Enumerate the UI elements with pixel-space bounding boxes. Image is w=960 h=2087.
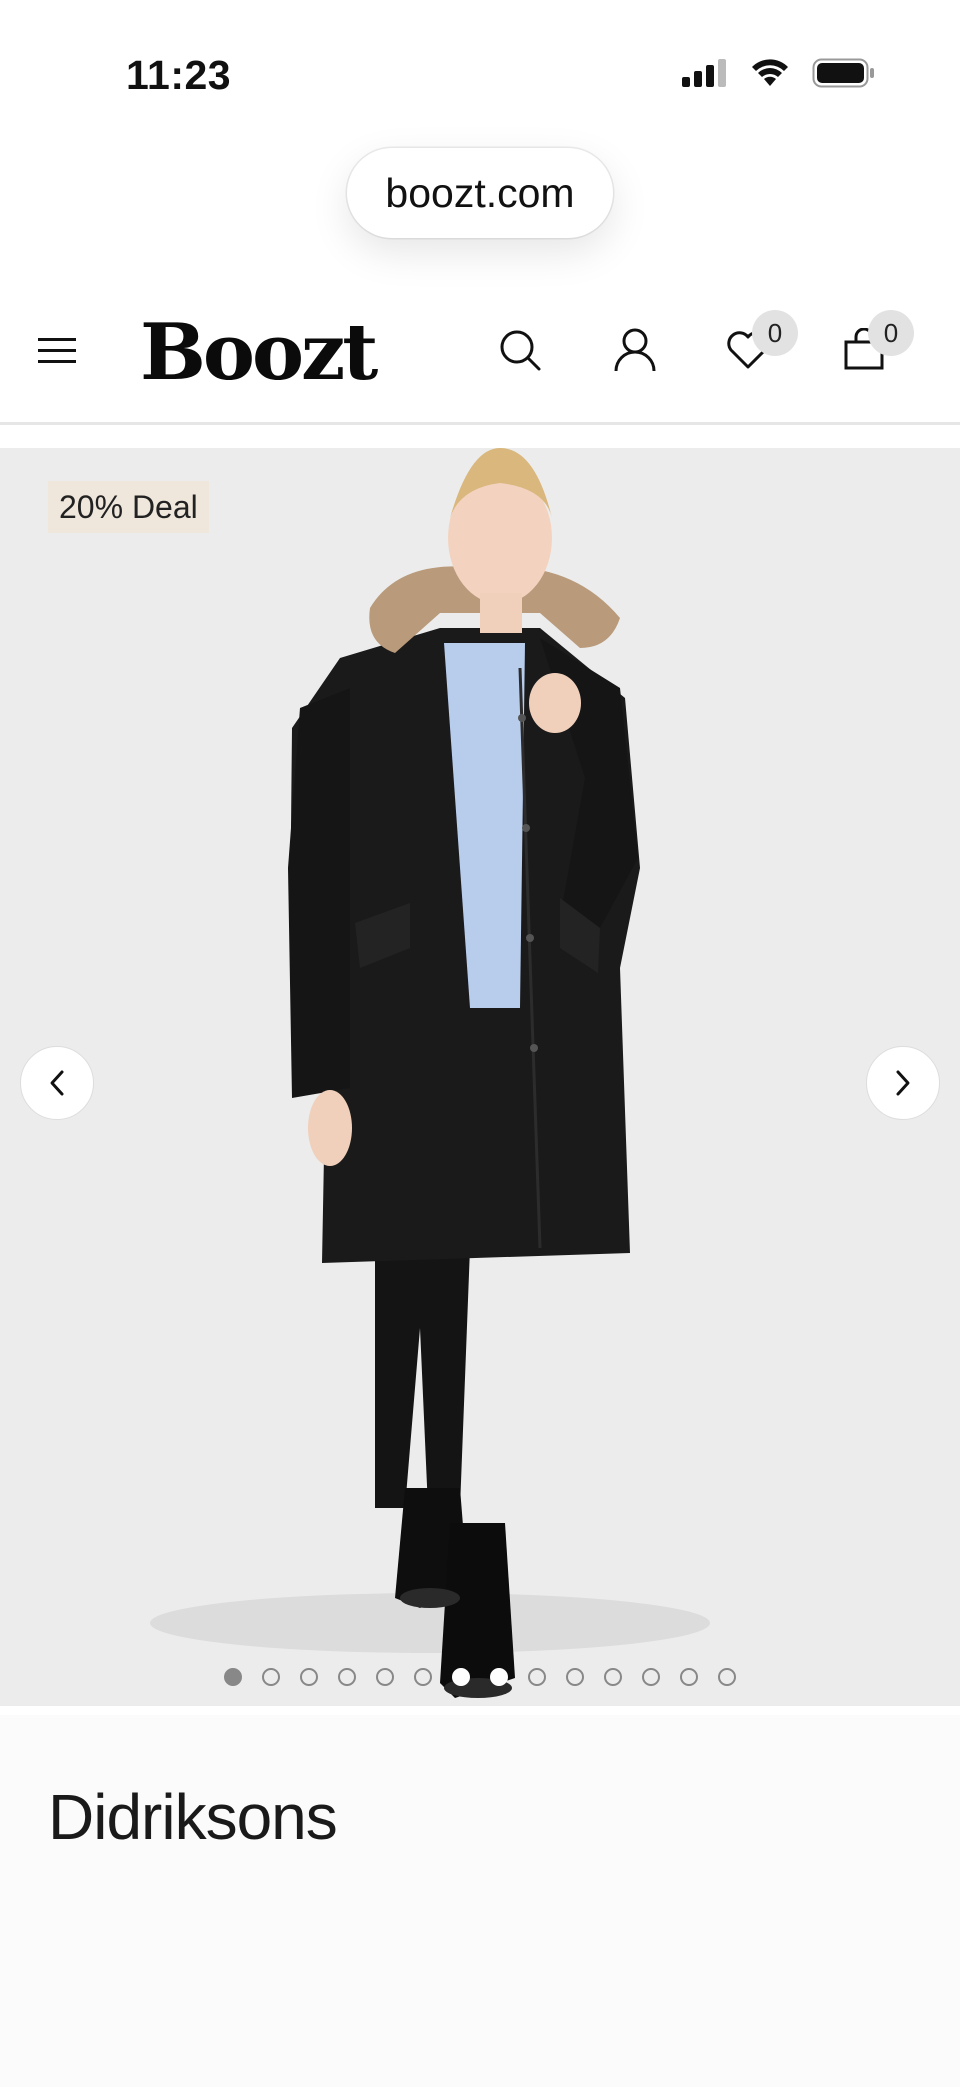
gallery-pagination xyxy=(0,1668,960,1686)
previous-image-button[interactable] xyxy=(20,1046,94,1120)
status-icons xyxy=(682,58,876,88)
gallery-dot[interactable] xyxy=(452,1668,470,1686)
gallery-dot[interactable] xyxy=(680,1668,698,1686)
chevron-right-icon xyxy=(896,1070,910,1096)
gallery-dot[interactable] xyxy=(376,1668,394,1686)
gallery-dot[interactable] xyxy=(338,1668,356,1686)
site-header: Boozt 0 0 xyxy=(0,285,960,425)
product-image-gallery[interactable]: 20% Deal xyxy=(0,448,960,1706)
gallery-dot[interactable] xyxy=(300,1668,318,1686)
signal-icon xyxy=(682,59,726,87)
gallery-dot[interactable] xyxy=(566,1668,584,1686)
product-info: Didriksons xyxy=(0,1715,960,2087)
gallery-dot[interactable] xyxy=(528,1668,546,1686)
chevron-left-icon xyxy=(50,1070,64,1096)
wishlist-count-badge: 0 xyxy=(752,310,798,356)
deal-badge: 20% Deal xyxy=(48,481,209,533)
gallery-dot[interactable] xyxy=(414,1668,432,1686)
gallery-dot[interactable] xyxy=(718,1668,736,1686)
product-brand[interactable]: Didriksons xyxy=(48,1780,338,1854)
status-time: 11:23 xyxy=(126,52,232,98)
url-bar[interactable]: boozt.com xyxy=(347,148,613,238)
battery-icon xyxy=(812,58,874,88)
wifi-icon xyxy=(752,59,788,86)
account-icon[interactable] xyxy=(605,320,665,380)
gallery-dot[interactable] xyxy=(604,1668,622,1686)
gallery-dot[interactable] xyxy=(490,1668,508,1686)
product-image xyxy=(150,448,710,1698)
cart-button[interactable]: 0 xyxy=(834,310,914,380)
gallery-dot[interactable] xyxy=(642,1668,660,1686)
search-icon[interactable] xyxy=(490,320,550,380)
cart-count-badge: 0 xyxy=(868,310,914,356)
gallery-dot[interactable] xyxy=(224,1668,242,1686)
menu-icon[interactable] xyxy=(38,330,78,370)
wishlist-button[interactable]: 0 xyxy=(718,310,798,380)
status-bar: 11:23 xyxy=(0,0,960,150)
gallery-dot[interactable] xyxy=(262,1668,280,1686)
boozt-logo[interactable]: Boozt xyxy=(140,307,378,398)
next-image-button[interactable] xyxy=(866,1046,940,1120)
